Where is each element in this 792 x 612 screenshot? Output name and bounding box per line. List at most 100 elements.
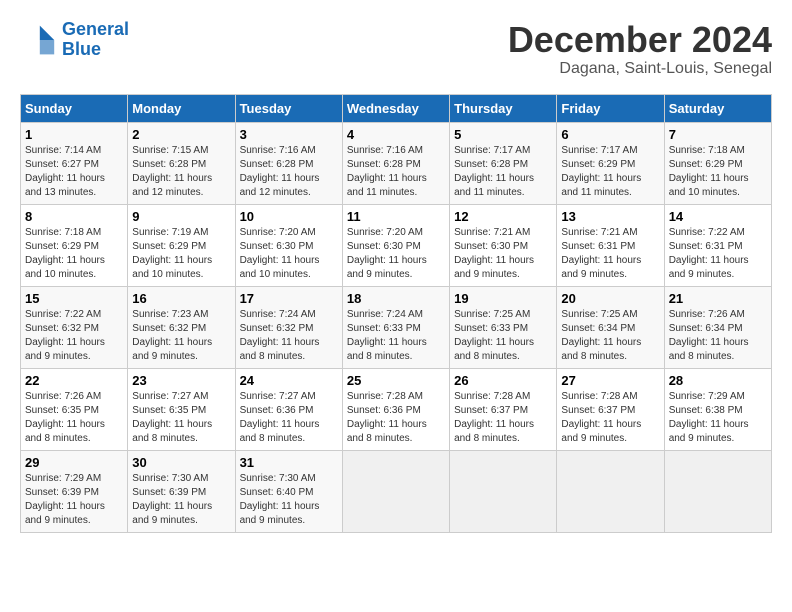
day-info: Sunrise: 7:16 AMSunset: 6:28 PMDaylight:… (347, 144, 445, 200)
calendar-cell: 15 Sunrise: 7:22 AMSunset: 6:32 PMDayligh… (21, 286, 128, 368)
calendar-table: SundayMondayTuesdayWednesdayThursdayFrid… (20, 94, 772, 533)
calendar-week-row: 15 Sunrise: 7:22 AMSunset: 6:32 PMDayligh… (21, 286, 772, 368)
day-number: 19 (454, 291, 552, 306)
calendar-cell (450, 450, 557, 532)
day-number: 17 (240, 291, 338, 306)
calendar-cell: 21Sunrise: 7:26 AMSunset: 6:34 PMDayligh… (664, 286, 771, 368)
day-number: 22 (25, 373, 123, 388)
day-info: Sunrise: 7:28 AMSunset: 6:36 PMDaylight:… (347, 390, 445, 446)
day-number: 4 (347, 127, 445, 142)
day-number: 10 (240, 209, 338, 224)
calendar-cell: 27Sunrise: 7:28 AMSunset: 6:37 PMDayligh… (557, 368, 664, 450)
day-info: Sunrise: 7:20 AMSunset: 6:30 PMDaylight:… (240, 226, 338, 282)
day-number: 16 (132, 291, 230, 306)
calendar-cell: 28 Sunrise: 7:29 AMSunset: 6:38 PMDayligh… (664, 368, 771, 450)
day-info: Sunrise: 7:23 AMSunset: 6:32 PMDaylight:… (132, 308, 230, 364)
calendar-cell (557, 450, 664, 532)
day-number: 13 (561, 209, 659, 224)
calendar-cell: 30Sunrise: 7:30 AMSunset: 6:39 PMDayligh… (128, 450, 235, 532)
calendar-cell: 8Sunrise: 7:18 AMSunset: 6:29 PMDaylight… (21, 204, 128, 286)
calendar-cell: 23 Sunrise: 7:27 AMSunset: 6:35 PMDayligh… (128, 368, 235, 450)
day-number: 9 (132, 209, 230, 224)
day-info: Sunrise: 7:22 AMSunset: 6:31 PMDaylight:… (669, 226, 767, 282)
month-title: December 2024 (508, 20, 772, 60)
day-number: 11 (347, 209, 445, 224)
day-number: 29 (25, 455, 123, 470)
dow-header: Monday (128, 94, 235, 122)
day-info: Sunrise: 7:28 AMSunset: 6:37 PMDaylight:… (454, 390, 552, 446)
day-number: 25 (347, 373, 445, 388)
calendar-cell: 22 Sunrise: 7:26 AMSunset: 6:35 PMDayligh… (21, 368, 128, 450)
day-info: Sunrise: 7:16 AMSunset: 6:28 PMDaylight:… (240, 144, 338, 200)
calendar-cell: 13 Sunrise: 7:21 AMSunset: 6:31 PMDayligh… (557, 204, 664, 286)
day-number: 20 (561, 291, 659, 306)
calendar-week-row: 8Sunrise: 7:18 AMSunset: 6:29 PMDaylight… (21, 204, 772, 286)
day-info: Sunrise: 7:14 AMSunset: 6:27 PMDaylight:… (25, 144, 123, 200)
calendar-cell: 14 Sunrise: 7:22 AMSunset: 6:31 PMDayligh… (664, 204, 771, 286)
calendar-cell: 20 Sunrise: 7:25 AMSunset: 6:34 PMDayligh… (557, 286, 664, 368)
day-info: Sunrise: 7:27 AMSunset: 6:36 PMDaylight:… (240, 390, 338, 446)
day-info: Sunrise: 7:29 AMSunset: 6:38 PMDaylight:… (669, 390, 767, 446)
calendar-cell: 31Sunrise: 7:30 AMSunset: 6:40 PMDayligh… (235, 450, 342, 532)
calendar-cell: 3 Sunrise: 7:16 AMSunset: 6:28 PMDaylight… (235, 122, 342, 204)
day-number: 24 (240, 373, 338, 388)
calendar-week-row: 22 Sunrise: 7:26 AMSunset: 6:35 PMDayligh… (21, 368, 772, 450)
day-info: Sunrise: 7:19 AMSunset: 6:29 PMDaylight:… (132, 226, 230, 282)
calendar-cell (664, 450, 771, 532)
dow-header: Saturday (664, 94, 771, 122)
day-info: Sunrise: 7:26 AMSunset: 6:35 PMDaylight:… (25, 390, 123, 446)
dow-header: Wednesday (342, 94, 449, 122)
day-number: 6 (561, 127, 659, 142)
dow-header: Friday (557, 94, 664, 122)
day-info: Sunrise: 7:30 AMSunset: 6:40 PMDaylight:… (240, 472, 338, 528)
calendar-cell: 2Sunrise: 7:15 AMSunset: 6:28 PMDaylight… (128, 122, 235, 204)
day-number: 7 (669, 127, 767, 142)
day-info: Sunrise: 7:27 AMSunset: 6:35 PMDaylight:… (132, 390, 230, 446)
day-info: Sunrise: 7:22 AMSunset: 6:32 PMDaylight:… (25, 308, 123, 364)
day-number: 3 (240, 127, 338, 142)
day-info: Sunrise: 7:24 AMSunset: 6:33 PMDaylight:… (347, 308, 445, 364)
day-number: 14 (669, 209, 767, 224)
day-number: 8 (25, 209, 123, 224)
day-number: 1 (25, 127, 123, 142)
day-number: 23 (132, 373, 230, 388)
calendar-cell: 7 Sunrise: 7:18 AMSunset: 6:29 PMDaylight… (664, 122, 771, 204)
calendar-cell: 9 Sunrise: 7:19 AMSunset: 6:29 PMDaylight… (128, 204, 235, 286)
day-number: 15 (25, 291, 123, 306)
calendar-cell: 29 Sunrise: 7:29 AMSunset: 6:39 PMDayligh… (21, 450, 128, 532)
calendar-cell: 19Sunrise: 7:25 AMSunset: 6:33 PMDayligh… (450, 286, 557, 368)
calendar-cell: 10 Sunrise: 7:20 AMSunset: 6:30 PMDayligh… (235, 204, 342, 286)
calendar-cell: 25 Sunrise: 7:28 AMSunset: 6:36 PMDayligh… (342, 368, 449, 450)
day-info: Sunrise: 7:21 AMSunset: 6:30 PMDaylight:… (454, 226, 552, 282)
day-info: Sunrise: 7:18 AMSunset: 6:29 PMDaylight:… (669, 144, 767, 200)
day-number: 12 (454, 209, 552, 224)
day-number: 18 (347, 291, 445, 306)
logo: General Blue (20, 20, 129, 60)
calendar-cell: 11Sunrise: 7:20 AMSunset: 6:30 PMDayligh… (342, 204, 449, 286)
calendar-week-row: 29 Sunrise: 7:29 AMSunset: 6:39 PMDayligh… (21, 450, 772, 532)
day-info: Sunrise: 7:25 AMSunset: 6:34 PMDaylight:… (561, 308, 659, 364)
day-of-week-row: SundayMondayTuesdayWednesdayThursdayFrid… (21, 94, 772, 122)
location-subtitle: Dagana, Saint-Louis, Senegal (508, 60, 772, 78)
day-info: Sunrise: 7:24 AMSunset: 6:32 PMDaylight:… (240, 308, 338, 364)
day-info: Sunrise: 7:17 AMSunset: 6:28 PMDaylight:… (454, 144, 552, 200)
calendar-cell: 12 Sunrise: 7:21 AMSunset: 6:30 PMDayligh… (450, 204, 557, 286)
calendar-cell: 5 Sunrise: 7:17 AMSunset: 6:28 PMDaylight… (450, 122, 557, 204)
calendar-cell: 26Sunrise: 7:28 AMSunset: 6:37 PMDayligh… (450, 368, 557, 450)
day-number: 28 (669, 373, 767, 388)
dow-header: Tuesday (235, 94, 342, 122)
title-area: December 2024 Dagana, Saint-Louis, Seneg… (508, 20, 772, 78)
day-info: Sunrise: 7:21 AMSunset: 6:31 PMDaylight:… (561, 226, 659, 282)
day-info: Sunrise: 7:29 AMSunset: 6:39 PMDaylight:… (25, 472, 123, 528)
day-info: Sunrise: 7:28 AMSunset: 6:37 PMDaylight:… (561, 390, 659, 446)
day-number: 5 (454, 127, 552, 142)
calendar-cell: 1 Sunrise: 7:14 AMSunset: 6:27 PMDaylight… (21, 122, 128, 204)
logo-text: General Blue (62, 20, 129, 60)
calendar-cell: 6Sunrise: 7:17 AMSunset: 6:29 PMDaylight… (557, 122, 664, 204)
dow-header: Thursday (450, 94, 557, 122)
logo-icon (20, 22, 56, 58)
day-info: Sunrise: 7:30 AMSunset: 6:39 PMDaylight:… (132, 472, 230, 528)
calendar-week-row: 1 Sunrise: 7:14 AMSunset: 6:27 PMDaylight… (21, 122, 772, 204)
calendar-cell: 16 Sunrise: 7:23 AMSunset: 6:32 PMDayligh… (128, 286, 235, 368)
calendar-cell: 24 Sunrise: 7:27 AMSunset: 6:36 PMDayligh… (235, 368, 342, 450)
